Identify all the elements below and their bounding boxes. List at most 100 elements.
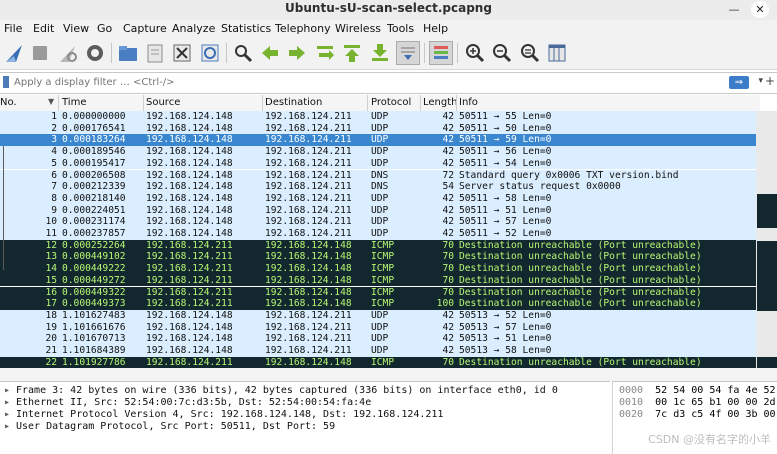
packet-destination: 192.168.124.211 — [265, 216, 352, 228]
column-source[interactable]: Source — [146, 97, 180, 108]
packet-row[interactable]: 9 0.000224051 192.168.124.148 192.168.124.2… — [0, 204, 756, 217]
packet-row[interactable]: 11 0.000237857 192.168.124.148 192.168.124.… — [0, 228, 756, 240]
detail-udp[interactable]: ▸ User Datagram Protocol, Src Port: 50511… — [4, 421, 335, 432]
packet-row[interactable]: 12 0.000252264 192.168.124.211 192.168.124.… — [0, 239, 756, 252]
menu-tools[interactable]: Tools — [387, 22, 414, 35]
menu-statistics[interactable]: Statistics — [221, 22, 271, 35]
expand-arrow-icon[interactable]: ▸ — [4, 385, 16, 396]
column-info[interactable]: Info — [459, 97, 478, 108]
menu-help[interactable]: Help — [423, 22, 448, 35]
close-button[interactable]: ✕ — [751, 1, 769, 18]
packet-length: 70 — [442, 356, 454, 368]
menu-analyze[interactable]: Analyze — [172, 22, 215, 35]
display-filter-bar: ⇒ ▾ + — [0, 72, 777, 94]
packet-row[interactable]: 13 0.000449102 192.168.124.211 192.168.124.… — [0, 251, 756, 264]
capture-options-icon[interactable] — [83, 41, 107, 65]
packet-row[interactable]: 18 1.101627483 192.168.124.148 192.168.124.… — [0, 309, 756, 322]
packet-row[interactable]: 21 1.101684389 192.168.124.148 192.168.124.… — [0, 345, 756, 357]
open-file-icon[interactable] — [116, 41, 140, 65]
go-back-icon[interactable] — [258, 41, 282, 65]
packet-row[interactable]: 17 0.000449373 192.168.124.211 192.168.124.… — [0, 298, 756, 310]
hex-row[interactable]: 0020 7c d3 c5 4f 00 3b 00 — [619, 409, 776, 420]
packet-source: 192.168.124.148 — [146, 321, 233, 333]
restart-capture-icon[interactable] — [56, 41, 80, 65]
column-time[interactable]: Time — [62, 97, 86, 108]
packet-time: 0.000183264 — [62, 134, 126, 146]
resize-columns-icon[interactable] — [545, 41, 569, 65]
zoom-normal-icon[interactable] — [518, 41, 542, 65]
auto-scroll-icon[interactable] — [396, 41, 420, 65]
packet-length: 42 — [442, 333, 454, 345]
minimize-button[interactable]: — — [725, 1, 743, 18]
packet-row[interactable]: 19 1.101661676 192.168.124.148 192.168.124.… — [0, 321, 756, 334]
menu-view[interactable]: View — [63, 22, 89, 35]
column-protocol[interactable]: Protocol — [371, 97, 411, 108]
packet-row[interactable]: 4 0.000189546 192.168.124.148 192.168.124.2… — [0, 146, 756, 158]
go-first-icon[interactable] — [340, 41, 364, 65]
go-last-icon[interactable] — [368, 41, 392, 65]
expand-arrow-icon[interactable]: ▸ — [4, 421, 16, 432]
packet-destination: 192.168.124.211 — [265, 122, 352, 134]
detail-ipv4[interactable]: ▸ Internet Protocol Version 4, Src: 192.1… — [4, 409, 443, 420]
go-forward-icon[interactable] — [285, 41, 309, 65]
filter-history-dropdown[interactable]: ▾ — [758, 76, 763, 86]
packet-row[interactable]: 16 0.000449322 192.168.124.211 192.168.124.… — [0, 286, 756, 299]
packet-row[interactable]: 20 1.101670713 192.168.124.148 192.168.124.… — [0, 333, 756, 345]
packet-row[interactable]: 5 0.000195417 192.168.124.148 192.168.124.2… — [0, 157, 756, 170]
menu-edit[interactable]: Edit — [33, 22, 54, 35]
packet-row[interactable]: 6 0.000206508 192.168.124.148 192.168.124.2… — [0, 169, 756, 182]
packet-list-scrollbar[interactable] — [756, 111, 777, 368]
packet-number: 14 — [45, 263, 57, 275]
packet-length: 100 — [436, 298, 454, 310]
stop-capture-icon[interactable] — [28, 41, 52, 65]
packet-row[interactable]: 14 0.000449222 192.168.124.211 192.168.124.… — [0, 263, 756, 275]
column-length[interactable]: Length — [423, 97, 458, 108]
column-destination[interactable]: Destination — [265, 97, 322, 108]
close-file-icon[interactable] — [170, 41, 194, 65]
menu-wireless[interactable]: Wireless — [335, 22, 381, 35]
pane-splitter[interactable] — [0, 368, 777, 381]
hex-row[interactable]: 0010 00 1c 65 b1 00 00 2d — [619, 397, 776, 408]
packet-number: 8 — [51, 192, 57, 204]
save-file-icon[interactable] — [143, 41, 167, 65]
column-no[interactable]: No. — [0, 97, 17, 108]
expand-arrow-icon[interactable]: ▸ — [4, 397, 16, 408]
packet-time: 0.000195417 — [62, 157, 126, 169]
packet-row[interactable]: 22 1.101927786 192.168.124.211 192.168.124.… — [0, 356, 756, 368]
window-title: Ubuntu-sU-scan-select.pcapng — [285, 1, 492, 15]
packet-length: 42 — [442, 228, 454, 239]
detail-frame[interactable]: ▸ Frame 3: 42 bytes on wire (336 bits), 4… — [4, 385, 558, 396]
menu-capture[interactable]: Capture — [123, 22, 167, 35]
find-packet-icon[interactable] — [231, 41, 255, 65]
packet-destination: 192.168.124.148 — [265, 356, 352, 368]
add-filter-button[interactable]: + — [765, 74, 775, 88]
display-filter-input[interactable] — [14, 74, 714, 90]
packet-row[interactable]: 10 0.000231174 192.168.124.148 192.168.124.… — [0, 216, 756, 228]
menu-file[interactable]: File — [4, 22, 22, 35]
go-to-packet-icon[interactable] — [313, 41, 337, 65]
expand-arrow-icon[interactable]: ▸ — [4, 409, 16, 420]
packet-time: 0.000224051 — [62, 204, 126, 216]
packet-row[interactable]: 15 0.000449272 192.168.124.211 192.168.124.… — [0, 274, 756, 287]
shark-fin-start-icon[interactable] — [2, 41, 26, 65]
packet-time: 0.000449272 — [62, 274, 126, 286]
packet-info: 50511 → 54 Len=0 — [459, 157, 552, 169]
packet-row[interactable]: 3 0.000183264 192.168.124.148 192.168.124.2… — [0, 134, 756, 147]
packet-row[interactable]: 2 0.000176541 192.168.124.148 192.168.124.2… — [0, 122, 756, 135]
packet-row[interactable]: 8 0.000218140 192.168.124.148 192.168.124.2… — [0, 192, 756, 205]
detail-ethernet[interactable]: ▸ Ethernet II, Src: 52:54:00:7c:d3:5b, Ds… — [4, 397, 371, 408]
packet-source: 192.168.124.211 — [146, 274, 233, 286]
apply-filter-button[interactable]: ⇒ — [729, 76, 749, 89]
zoom-in-icon[interactable] — [463, 41, 487, 65]
packet-row[interactable]: 1 0.000000000 192.168.124.148 192.168.124.2… — [0, 111, 756, 123]
bookmark-icon[interactable] — [3, 76, 9, 88]
menu-telephony[interactable]: Telephony — [275, 22, 331, 35]
menu-go[interactable]: Go — [97, 22, 112, 35]
zoom-out-icon[interactable] — [490, 41, 514, 65]
hex-row[interactable]: 0000 52 54 00 54 fa 4e 52 — [619, 385, 776, 396]
colorize-icon[interactable] — [429, 41, 453, 65]
reload-file-icon[interactable] — [198, 41, 222, 65]
packet-time: 0.000449222 — [62, 263, 126, 275]
packet-time: 0.000189546 — [62, 146, 126, 158]
packet-row[interactable]: 7 0.000212339 192.168.124.148 192.168.124.2… — [0, 181, 756, 193]
